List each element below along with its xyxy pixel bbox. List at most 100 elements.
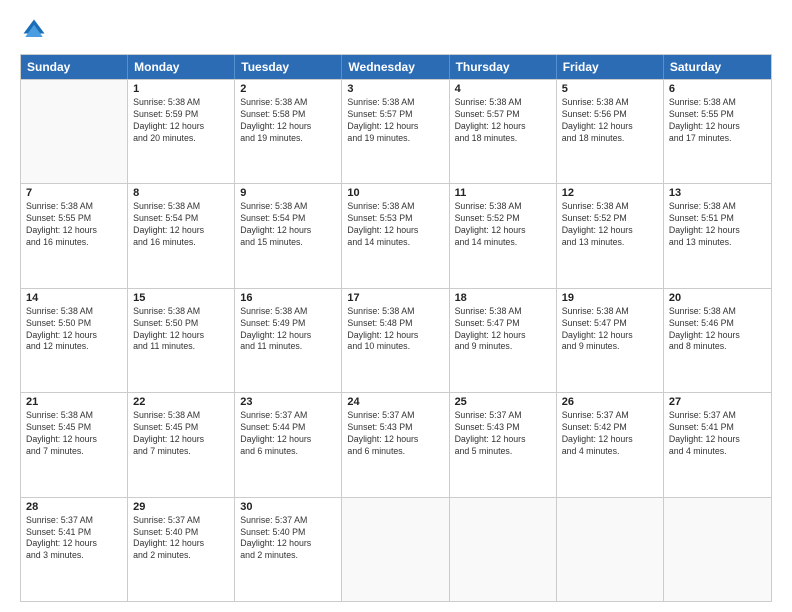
- day-number: 9: [240, 187, 336, 199]
- calendar-cell: 18 Sunrise: 5:38 AM Sunset: 5:47 PM Dayli…: [450, 289, 557, 392]
- cell-info: Sunrise: 5:38 AM Sunset: 5:45 PM Dayligh…: [26, 410, 122, 458]
- cell-info: Sunrise: 5:37 AM Sunset: 5:41 PM Dayligh…: [669, 410, 766, 458]
- day-number: 2: [240, 83, 336, 95]
- cell-info: Sunrise: 5:38 AM Sunset: 5:47 PM Dayligh…: [562, 306, 658, 354]
- cell-info: Sunrise: 5:38 AM Sunset: 5:55 PM Dayligh…: [669, 97, 766, 145]
- day-number: 8: [133, 187, 229, 199]
- calendar-cell: [21, 80, 128, 183]
- calendar-cell: 5 Sunrise: 5:38 AM Sunset: 5:56 PM Daylig…: [557, 80, 664, 183]
- cell-info: Sunrise: 5:37 AM Sunset: 5:41 PM Dayligh…: [26, 515, 122, 563]
- calendar-cell: [664, 498, 771, 601]
- cell-info: Sunrise: 5:38 AM Sunset: 5:46 PM Dayligh…: [669, 306, 766, 354]
- calendar-cell: 28 Sunrise: 5:37 AM Sunset: 5:41 PM Dayli…: [21, 498, 128, 601]
- cell-info: Sunrise: 5:38 AM Sunset: 5:55 PM Dayligh…: [26, 201, 122, 249]
- calendar-row: 7Sunrise: 5:38 AM Sunset: 5:55 PM Daylig…: [21, 183, 771, 287]
- cell-info: Sunrise: 5:38 AM Sunset: 5:50 PM Dayligh…: [26, 306, 122, 354]
- cell-info: Sunrise: 5:38 AM Sunset: 5:45 PM Dayligh…: [133, 410, 229, 458]
- calendar-cell: 10 Sunrise: 5:38 AM Sunset: 5:53 PM Dayli…: [342, 184, 449, 287]
- calendar-row: 21 Sunrise: 5:38 AM Sunset: 5:45 PM Dayli…: [21, 392, 771, 496]
- calendar-cell: 20 Sunrise: 5:38 AM Sunset: 5:46 PM Dayli…: [664, 289, 771, 392]
- cell-info: Sunrise: 5:38 AM Sunset: 5:58 PM Dayligh…: [240, 97, 336, 145]
- calendar-header-row: SundayMondayTuesdayWednesdayThursdayFrid…: [21, 55, 771, 79]
- calendar-cell: 3 Sunrise: 5:38 AM Sunset: 5:57 PM Daylig…: [342, 80, 449, 183]
- day-number: 25: [455, 396, 551, 408]
- calendar-cell: [342, 498, 449, 601]
- cell-info: Sunrise: 5:38 AM Sunset: 5:51 PM Dayligh…: [669, 201, 766, 249]
- calendar-header-cell: Saturday: [664, 55, 771, 79]
- calendar-cell: 16Sunrise: 5:38 AM Sunset: 5:49 PM Dayli…: [235, 289, 342, 392]
- day-number: 21: [26, 396, 122, 408]
- calendar-header-cell: Thursday: [450, 55, 557, 79]
- calendar-cell: 24Sunrise: 5:37 AM Sunset: 5:43 PM Dayli…: [342, 393, 449, 496]
- day-number: 24: [347, 396, 443, 408]
- day-number: 4: [455, 83, 551, 95]
- calendar-cell: 9 Sunrise: 5:38 AM Sunset: 5:54 PM Daylig…: [235, 184, 342, 287]
- calendar-cell: 8Sunrise: 5:38 AM Sunset: 5:54 PM Daylig…: [128, 184, 235, 287]
- calendar-header-cell: Tuesday: [235, 55, 342, 79]
- calendar-cell: 4 Sunrise: 5:38 AM Sunset: 5:57 PM Daylig…: [450, 80, 557, 183]
- calendar-cell: 17Sunrise: 5:38 AM Sunset: 5:48 PM Dayli…: [342, 289, 449, 392]
- calendar-cell: 2 Sunrise: 5:38 AM Sunset: 5:58 PM Daylig…: [235, 80, 342, 183]
- cell-info: Sunrise: 5:38 AM Sunset: 5:56 PM Dayligh…: [562, 97, 658, 145]
- day-number: 1: [133, 83, 229, 95]
- calendar-cell: [450, 498, 557, 601]
- calendar-header-cell: Wednesday: [342, 55, 449, 79]
- calendar-header-cell: Monday: [128, 55, 235, 79]
- cell-info: Sunrise: 5:38 AM Sunset: 5:50 PM Dayligh…: [133, 306, 229, 354]
- calendar-cell: 27 Sunrise: 5:37 AM Sunset: 5:41 PM Dayli…: [664, 393, 771, 496]
- calendar-row: 1 Sunrise: 5:38 AM Sunset: 5:59 PM Daylig…: [21, 79, 771, 183]
- calendar-cell: 26Sunrise: 5:37 AM Sunset: 5:42 PM Dayli…: [557, 393, 664, 496]
- calendar-cell: 25 Sunrise: 5:37 AM Sunset: 5:43 PM Dayli…: [450, 393, 557, 496]
- day-number: 19: [562, 292, 658, 304]
- day-number: 28: [26, 501, 122, 513]
- calendar-cell: 11 Sunrise: 5:38 AM Sunset: 5:52 PM Dayli…: [450, 184, 557, 287]
- header: [20, 16, 772, 44]
- calendar-cell: 22 Sunrise: 5:38 AM Sunset: 5:45 PM Dayli…: [128, 393, 235, 496]
- day-number: 6: [669, 83, 766, 95]
- day-number: 27: [669, 396, 766, 408]
- day-number: 3: [347, 83, 443, 95]
- day-number: 15: [133, 292, 229, 304]
- day-number: 18: [455, 292, 551, 304]
- day-number: 5: [562, 83, 658, 95]
- cell-info: Sunrise: 5:38 AM Sunset: 5:52 PM Dayligh…: [562, 201, 658, 249]
- logo: [20, 16, 52, 44]
- cell-info: Sunrise: 5:37 AM Sunset: 5:43 PM Dayligh…: [455, 410, 551, 458]
- cell-info: Sunrise: 5:38 AM Sunset: 5:48 PM Dayligh…: [347, 306, 443, 354]
- calendar-cell: 6 Sunrise: 5:38 AM Sunset: 5:55 PM Daylig…: [664, 80, 771, 183]
- cell-info: Sunrise: 5:38 AM Sunset: 5:57 PM Dayligh…: [347, 97, 443, 145]
- cell-info: Sunrise: 5:37 AM Sunset: 5:44 PM Dayligh…: [240, 410, 336, 458]
- day-number: 26: [562, 396, 658, 408]
- page: SundayMondayTuesdayWednesdayThursdayFrid…: [0, 0, 792, 612]
- cell-info: Sunrise: 5:37 AM Sunset: 5:40 PM Dayligh…: [133, 515, 229, 563]
- cell-info: Sunrise: 5:37 AM Sunset: 5:40 PM Dayligh…: [240, 515, 336, 563]
- calendar-cell: 1 Sunrise: 5:38 AM Sunset: 5:59 PM Daylig…: [128, 80, 235, 183]
- calendar-cell: 21 Sunrise: 5:38 AM Sunset: 5:45 PM Dayli…: [21, 393, 128, 496]
- day-number: 23: [240, 396, 336, 408]
- calendar-body: 1 Sunrise: 5:38 AM Sunset: 5:59 PM Daylig…: [21, 79, 771, 601]
- cell-info: Sunrise: 5:38 AM Sunset: 5:52 PM Dayligh…: [455, 201, 551, 249]
- calendar-row: 28 Sunrise: 5:37 AM Sunset: 5:41 PM Dayli…: [21, 497, 771, 601]
- cell-info: Sunrise: 5:38 AM Sunset: 5:54 PM Dayligh…: [240, 201, 336, 249]
- cell-info: Sunrise: 5:38 AM Sunset: 5:47 PM Dayligh…: [455, 306, 551, 354]
- day-number: 12: [562, 187, 658, 199]
- calendar-cell: 13Sunrise: 5:38 AM Sunset: 5:51 PM Dayli…: [664, 184, 771, 287]
- day-number: 11: [455, 187, 551, 199]
- calendar-cell: [557, 498, 664, 601]
- day-number: 22: [133, 396, 229, 408]
- cell-info: Sunrise: 5:38 AM Sunset: 5:59 PM Dayligh…: [133, 97, 229, 145]
- calendar-cell: 30 Sunrise: 5:37 AM Sunset: 5:40 PM Dayli…: [235, 498, 342, 601]
- day-number: 30: [240, 501, 336, 513]
- day-number: 10: [347, 187, 443, 199]
- calendar-header-cell: Friday: [557, 55, 664, 79]
- calendar-cell: 7Sunrise: 5:38 AM Sunset: 5:55 PM Daylig…: [21, 184, 128, 287]
- day-number: 20: [669, 292, 766, 304]
- calendar-cell: 14Sunrise: 5:38 AM Sunset: 5:50 PM Dayli…: [21, 289, 128, 392]
- cell-info: Sunrise: 5:38 AM Sunset: 5:57 PM Dayligh…: [455, 97, 551, 145]
- calendar: SundayMondayTuesdayWednesdayThursdayFrid…: [20, 54, 772, 602]
- calendar-cell: 15 Sunrise: 5:38 AM Sunset: 5:50 PM Dayli…: [128, 289, 235, 392]
- day-number: 16: [240, 292, 336, 304]
- cell-info: Sunrise: 5:38 AM Sunset: 5:53 PM Dayligh…: [347, 201, 443, 249]
- calendar-cell: 12 Sunrise: 5:38 AM Sunset: 5:52 PM Dayli…: [557, 184, 664, 287]
- calendar-cell: 29Sunrise: 5:37 AM Sunset: 5:40 PM Dayli…: [128, 498, 235, 601]
